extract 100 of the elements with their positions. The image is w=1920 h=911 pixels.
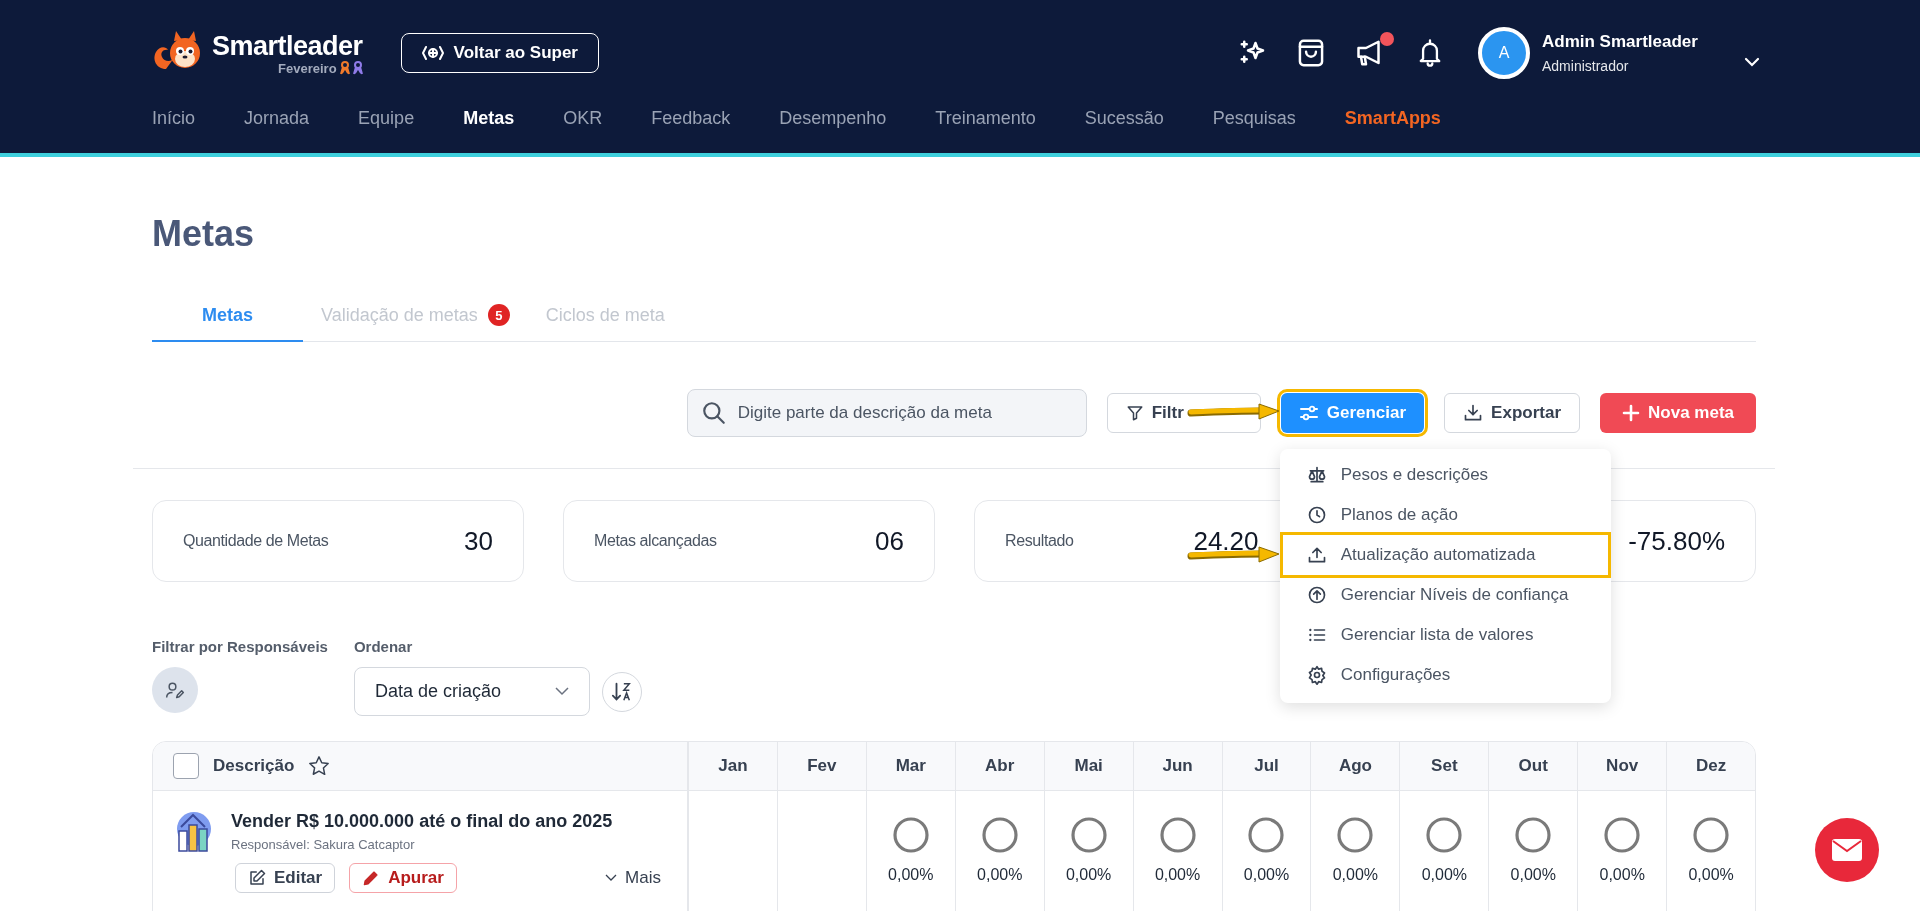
stat-value: 30 — [464, 525, 493, 557]
user-edit-icon — [165, 680, 185, 700]
percent-value: 0,00% — [1332, 866, 1379, 884]
user-name: Admin Smartleader — [1542, 32, 1699, 52]
count-badge: 5 — [487, 304, 510, 326]
stat-value: 24.20 — [1193, 525, 1259, 557]
nav-link[interactable]: Equipe — [358, 108, 415, 129]
shopping-bag-icon[interactable] — [1296, 37, 1326, 69]
clock-icon — [1306, 505, 1327, 525]
column-header: Descrição — [213, 756, 295, 776]
upload-icon — [1306, 545, 1327, 565]
stat-value: 06 — [875, 525, 904, 557]
sort-select[interactable]: Data de criação — [353, 667, 590, 716]
column-header: Fev — [777, 742, 867, 790]
menu-item[interactable]: Gerenciar Níveis de confiança — [1282, 575, 1608, 615]
column-header: Mai — [1044, 742, 1134, 790]
percent-value: 0,00% — [1688, 866, 1734, 884]
filter-label: Filtrar por Responsáveis — [152, 638, 328, 655]
star-icon[interactable] — [308, 755, 331, 777]
tab[interactable]: Metas — [152, 304, 304, 342]
nav-link[interactable]: Feedback — [651, 108, 731, 129]
progress-ring-icon — [891, 816, 930, 854]
nav-link[interactable]: OKR — [563, 108, 603, 129]
nav-link[interactable]: Metas — [463, 108, 515, 129]
nav-link[interactable]: SmartApps — [1344, 108, 1441, 129]
ribbon-icon — [339, 61, 350, 75]
menu-item[interactable]: Atualização automatizada — [1282, 535, 1608, 575]
column-header: Abr — [955, 742, 1045, 790]
column-header: Set — [1400, 742, 1490, 790]
nav-link[interactable]: Sucessão — [1084, 108, 1164, 129]
filter-button[interactable]: Filtr — [1106, 393, 1261, 433]
column-header: Jun — [1133, 742, 1223, 790]
back-button[interactable]: Voltar ao Super — [400, 33, 599, 73]
percent-value: 0,00% — [1065, 866, 1112, 884]
nav-link[interactable]: Jornada — [244, 108, 310, 129]
nav-link[interactable]: Pesquisas — [1212, 108, 1296, 129]
chevron-down-icon[interactable] — [1744, 57, 1760, 67]
page-title: Metas — [152, 212, 256, 256]
stat-label: Resultado — [1005, 532, 1074, 550]
column-header: Jan — [689, 742, 778, 790]
progress-ring-icon — [1514, 816, 1553, 854]
percent-value: 0,00% — [1421, 866, 1467, 884]
starfighter-icon — [421, 45, 444, 61]
sort-label: Ordenar — [353, 638, 414, 655]
edit-icon — [248, 869, 266, 887]
goal-title: Vender R$ 10.000.000 até o final do ano 2025 — [231, 811, 613, 832]
progress-ring-icon — [1247, 816, 1286, 854]
nav-link[interactable]: Desempenho — [779, 108, 887, 129]
edit-button[interactable]: Editar — [235, 863, 336, 893]
stat-value: -75.80% — [1628, 525, 1725, 557]
goal-owner: Responsável: Sakura Catcaptor — [231, 837, 416, 852]
percent-value: 0,00% — [1510, 866, 1556, 884]
column-header: Out — [1489, 742, 1579, 790]
progress-ring-icon — [1069, 816, 1108, 854]
nav-link[interactable]: Treinamento — [935, 108, 1036, 129]
column-header: Jul — [1222, 742, 1312, 790]
percent-value: 0,00% — [977, 866, 1023, 884]
stat-label: Quantidade de Metas — [183, 532, 329, 550]
tab[interactable]: Validação de metas 5 — [303, 304, 528, 342]
progress-ring-icon — [1425, 816, 1464, 854]
progress-ring-icon — [980, 816, 1019, 854]
search-icon — [700, 400, 727, 426]
progress-ring-icon — [1158, 816, 1197, 854]
percent-value: 0,00% — [1243, 866, 1290, 884]
percent-value: 0,00% — [888, 866, 934, 884]
month-label: Fevereiro — [278, 60, 337, 76]
new-goal-button[interactable]: Nova meta — [1600, 393, 1756, 433]
sliders-icon — [1298, 405, 1319, 421]
progress-ring-icon — [1692, 816, 1731, 854]
nav-link[interactable]: Início — [152, 108, 196, 129]
search-field[interactable]: Digite parte da descrição da meta — [686, 389, 1087, 437]
ribbon-icon — [352, 61, 363, 75]
chevron-down-icon — [605, 874, 618, 882]
scale-icon — [1306, 465, 1327, 485]
menu-item[interactable]: Pesos e descrições — [1282, 455, 1608, 495]
more-button[interactable]: Mais — [599, 867, 667, 889]
column-header: Mar — [866, 742, 956, 790]
progress-ring-icon — [1603, 816, 1642, 854]
menu-item[interactable]: Gerenciar lista de valores — [1282, 615, 1608, 655]
mail-icon — [1831, 838, 1863, 862]
arrow-up-circle-icon — [1306, 585, 1327, 605]
measure-button[interactable]: Apurar — [349, 863, 457, 893]
menu-item[interactable]: Planos de ação — [1282, 495, 1608, 535]
column-header: Nov — [1578, 742, 1668, 790]
brand-name: Smartleader — [212, 30, 363, 61]
funnel-icon — [1125, 404, 1144, 422]
plus-icon — [1622, 404, 1640, 422]
progress-ring-icon — [1336, 816, 1375, 854]
menu-item[interactable]: Configurações — [1282, 655, 1608, 695]
stat-label: Metas alcançadas — [594, 532, 717, 550]
responsible-filter-button[interactable] — [152, 667, 198, 713]
checkbox[interactable] — [173, 753, 199, 779]
chevron-down-icon — [554, 687, 569, 696]
export-button[interactable]: Exportar — [1444, 393, 1580, 433]
sort-icon — [610, 680, 633, 703]
user-role: Administrador — [1542, 58, 1630, 74]
settings-icon — [1306, 665, 1327, 685]
column-header: Dez — [1695, 755, 1728, 777]
column-header: Ago — [1311, 742, 1401, 790]
percent-value: 0,00% — [1599, 866, 1645, 884]
